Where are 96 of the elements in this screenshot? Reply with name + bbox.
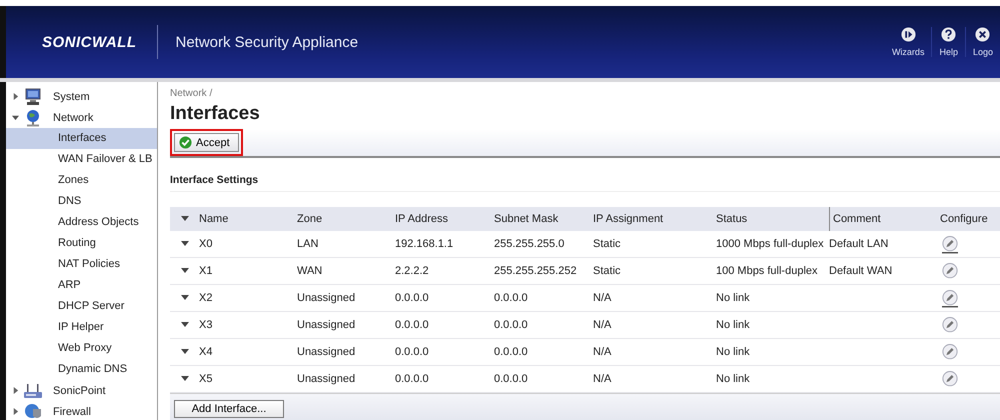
caret-down-icon[interactable] — [12, 114, 19, 121]
shield-globe-icon — [23, 402, 43, 420]
column-header[interactable]: Subnet Mask — [494, 213, 593, 225]
caret-down-icon[interactable] — [180, 376, 188, 382]
edit-icon[interactable] — [942, 288, 958, 308]
nav-item[interactable]: WAN Failover & LB — [6, 149, 157, 170]
table-cell: X5 — [199, 373, 212, 385]
table-cell: No link — [716, 373, 750, 385]
column-header[interactable]: Name — [199, 213, 297, 225]
table-cell: 0.0.0.0 — [395, 292, 429, 304]
caret-right-icon[interactable] — [12, 387, 19, 394]
table-cell: N/A — [593, 346, 612, 358]
nav-item[interactable]: DNS — [6, 191, 157, 212]
table-cell: 255.255.255.0 — [494, 238, 564, 250]
column-header[interactable]: Comment — [829, 207, 940, 231]
table-cell: N/A — [593, 292, 612, 304]
table-cell: No link — [716, 292, 750, 304]
header-action[interactable]: Help — [931, 27, 965, 57]
monitor-icon — [23, 88, 43, 106]
table-cell: 0.0.0.0 — [395, 346, 429, 358]
table-cell: N/A — [593, 373, 612, 385]
nav-item[interactable]: Address Objects — [6, 212, 157, 233]
nav-item[interactable]: Routing — [6, 233, 157, 254]
header-action[interactable]: Wizards — [884, 27, 932, 57]
table-cell: 2.2.2.2 — [395, 265, 429, 277]
caret-right-icon[interactable] — [12, 93, 19, 100]
column-header[interactable]: Configure — [940, 213, 1000, 225]
column-header[interactable]: IP Address — [395, 213, 494, 225]
checkmark-icon — [179, 136, 192, 149]
table-cell: X3 — [199, 319, 212, 331]
breadcrumb[interactable]: Network / — [170, 88, 1000, 99]
column-header[interactable]: Status — [716, 213, 829, 225]
page-title: Interfaces — [170, 103, 261, 125]
table-cell: X2 — [199, 292, 212, 304]
nav-item[interactable]: Firewall — [6, 401, 157, 420]
table-cell: 0.0.0.0 — [494, 346, 528, 358]
nav-item[interactable]: SonicPoint — [6, 380, 157, 401]
accept-button[interactable]: Accept — [174, 133, 239, 152]
table-cell: WAN — [297, 265, 322, 277]
router-icon — [23, 382, 43, 400]
table-cell: 0.0.0.0 — [395, 319, 429, 331]
caret-down-icon[interactable] — [180, 295, 188, 301]
caret-right-icon[interactable] — [12, 408, 19, 415]
table-cell: LAN — [297, 238, 318, 250]
table-cell: No link — [716, 319, 750, 331]
table-cell: 0.0.0.0 — [395, 373, 429, 385]
table-cell: Static — [593, 265, 621, 277]
logo: SONICWALL — [42, 34, 136, 50]
table-cell: X0 — [199, 238, 212, 250]
table-cell: No link — [716, 346, 750, 358]
table-cell: N/A — [593, 319, 612, 331]
table-cell: 0.0.0.0 — [494, 319, 528, 331]
column-header[interactable]: Zone — [297, 213, 395, 225]
caret-down-icon[interactable] — [180, 241, 188, 247]
nav-item[interactable]: Web Proxy — [6, 338, 157, 359]
help-icon — [941, 27, 956, 42]
app-title: Network Security Appliance — [176, 34, 358, 50]
table-cell: 1000 Mbps full-duplex — [716, 238, 824, 250]
section-title: Interface Settings — [170, 174, 1000, 192]
table-cell: Default LAN — [829, 238, 888, 250]
edit-icon[interactable] — [942, 262, 958, 280]
table-cell: Unassigned — [297, 319, 356, 331]
table-cell: Unassigned — [297, 373, 356, 385]
table-cell: Unassigned — [297, 346, 356, 358]
nav-item[interactable]: NAT Policies — [6, 254, 157, 275]
play-pause-icon — [900, 27, 916, 42]
table-cell: Default WAN — [829, 265, 892, 277]
nav-item[interactable]: Dynamic DNS — [6, 359, 157, 380]
caret-down-icon[interactable] — [180, 349, 188, 355]
nav-item[interactable]: DHCP Server — [6, 296, 157, 317]
table-cell: Unassigned — [297, 292, 356, 304]
edit-icon[interactable] — [942, 316, 958, 334]
nav-item[interactable]: IP Helper — [6, 317, 157, 338]
nav-item[interactable]: Zones — [6, 170, 157, 191]
edit-icon[interactable] — [942, 370, 958, 388]
column-header[interactable]: IP Assignment — [593, 213, 716, 225]
table-cell: 0.0.0.0 — [494, 292, 528, 304]
table-cell: X4 — [199, 346, 212, 358]
edit-icon[interactable] — [942, 342, 958, 362]
add-interface-button[interactable]: Add Interface... — [174, 400, 284, 418]
table-cell: 255.255.255.252 — [494, 265, 577, 277]
nav-item[interactable]: ARP — [6, 275, 157, 296]
table-cell: 0.0.0.0 — [494, 373, 528, 385]
caret-down-icon[interactable] — [180, 268, 188, 274]
table-cell: 100 Mbps full-duplex — [716, 265, 818, 277]
edit-icon[interactable] — [942, 234, 958, 254]
table-cell: 192.168.1.1 — [395, 238, 454, 250]
header-action[interactable]: Logo — [964, 27, 1000, 57]
caret-down-icon[interactable] — [180, 322, 188, 328]
caret-down-icon[interactable] — [180, 216, 188, 222]
close-icon — [975, 27, 990, 42]
nav-item[interactable]: Interfaces — [6, 128, 157, 149]
nav-item[interactable]: System — [6, 86, 157, 107]
table-cell: Static — [593, 238, 621, 250]
nav-item[interactable]: Network — [6, 107, 157, 128]
table-cell: X1 — [199, 265, 212, 277]
